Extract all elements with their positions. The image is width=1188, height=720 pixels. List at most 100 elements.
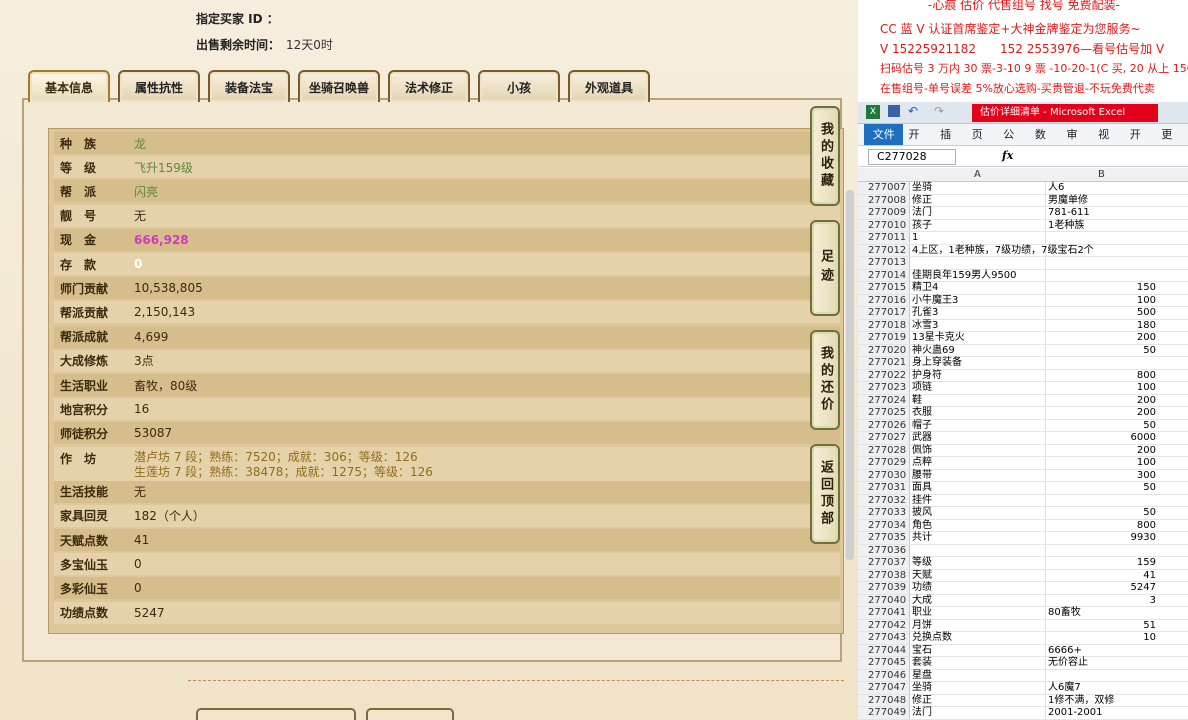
cell-a[interactable]: 孩子 [910, 219, 1046, 231]
sheet-row[interactable]: 277047 坐骑 人6魔7 [858, 682, 1188, 695]
cell-a[interactable]: 身上穿装备 [910, 357, 1046, 369]
cell-a[interactable]: 精卫4 [910, 282, 1046, 294]
cell-b[interactable]: 100 [1046, 382, 1158, 394]
sheet-row[interactable]: 277045 套装 无价容止 [858, 657, 1188, 670]
cell-a[interactable]: 护身符 [910, 369, 1046, 381]
cell-a[interactable]: 神火蛊69 [910, 344, 1046, 356]
cell-a[interactable]: 功绩 [910, 582, 1046, 594]
cell-a[interactable]: 佳期良年159男人9500 [910, 269, 1046, 281]
sheet-row[interactable]: 277042 月饼 51 [858, 619, 1188, 632]
cell-a[interactable]: 面具 [910, 482, 1046, 494]
cell-b[interactable]: 51 [1046, 620, 1158, 632]
sheet-row[interactable]: 277022 护身符 800 [858, 369, 1188, 382]
save-icon[interactable] [888, 105, 900, 117]
sheet-row[interactable]: 277010 孩子 1老种族 [858, 219, 1188, 232]
cell-b[interactable]: 41 [1046, 570, 1158, 582]
cell-b[interactable] [1046, 257, 1158, 269]
cell-b[interactable]: 5247 [1046, 582, 1158, 594]
cell-a[interactable]: 法门 [910, 707, 1046, 719]
cell-b[interactable]: 800 [1046, 520, 1158, 532]
cell-b[interactable]: 781-611 [1046, 207, 1158, 219]
tab-4[interactable]: 法术修正 [388, 70, 470, 102]
cell-b[interactable]: 10 [1046, 632, 1158, 644]
cell-b[interactable]: 100 [1046, 295, 1158, 307]
cell-a[interactable]: 修正 [910, 194, 1046, 206]
sheet-row[interactable]: 277007 坐骑 人6 [858, 182, 1188, 195]
sheet-row[interactable]: 277008 修正 男魔单修 [858, 194, 1188, 207]
redo-icon[interactable]: ↷ [934, 104, 944, 118]
cell-b[interactable]: 200 [1046, 407, 1158, 419]
cell-a[interactable]: 披风 [910, 507, 1046, 519]
sheet-row[interactable]: 277037 等级 159 [858, 557, 1188, 570]
sheet-row[interactable]: 277039 功绩 5247 [858, 582, 1188, 595]
cell-b[interactable]: 150 [1046, 282, 1158, 294]
sheet-row[interactable]: 277034 角色 800 [858, 519, 1188, 532]
cell-b[interactable]: 500 [1046, 307, 1158, 319]
sheet-row[interactable]: 277044 宝石 6666+ [858, 644, 1188, 657]
undo-icon[interactable]: ↶ [908, 104, 918, 118]
cell-b[interactable] [1046, 495, 1158, 507]
sheet-row[interactable]: 277026 帽子 50 [858, 419, 1188, 432]
cell-b[interactable]: 6000 [1046, 432, 1158, 444]
tab-6[interactable]: 外观道具 [568, 70, 650, 102]
cell-b[interactable] [1046, 270, 1158, 282]
cell-b[interactable]: 9930 [1046, 532, 1158, 544]
sheet-row[interactable]: 277040 大成 3 [858, 594, 1188, 607]
sheet-row[interactable]: 277015 精卫4 150 [858, 282, 1188, 295]
cell-a[interactable] [910, 544, 1046, 556]
sheet-row[interactable]: 277021 身上穿装备 [858, 357, 1188, 370]
column-b-header[interactable]: B [1098, 169, 1105, 180]
ribbon-tab-1[interactable]: 开始 [903, 124, 935, 163]
footprint-button[interactable]: 足迹 [810, 220, 840, 316]
cell-b[interactable] [1046, 670, 1158, 682]
cell-a[interactable]: 修正 [910, 694, 1046, 706]
ribbon-tab-9[interactable]: 更多 [1156, 124, 1188, 163]
cell-b[interactable]: 人6魔7 [1046, 682, 1158, 694]
cell-a[interactable]: 1 [910, 232, 1046, 244]
cell-a[interactable]: 点粹 [910, 457, 1046, 469]
cell-a[interactable]: 13星卡克火 [910, 332, 1046, 344]
cell-b[interactable]: 80畜牧 [1046, 607, 1158, 619]
scrollbar[interactable] [846, 190, 854, 560]
cell-b[interactable]: 50 [1046, 482, 1158, 494]
ribbon-tab-2[interactable]: 插入 [935, 124, 967, 163]
cell-b[interactable]: 50 [1046, 345, 1158, 357]
sheet-row[interactable]: 277011 1 [858, 232, 1188, 245]
name-box[interactable]: C277028 [868, 149, 956, 165]
sheet-row[interactable]: 277049 法门 2001-2001 [858, 707, 1188, 720]
cell-a[interactable]: 大成 [910, 594, 1046, 606]
cell-b[interactable]: 1修不满，双修 [1046, 695, 1158, 707]
sheet-row[interactable]: 277017 孔雀3 500 [858, 307, 1188, 320]
my-counteroffer-button[interactable]: 我的还价 [810, 330, 840, 430]
sheet-row[interactable]: 277016 小牛魔王3 100 [858, 294, 1188, 307]
sheet-row[interactable]: 277024 鞋 200 [858, 394, 1188, 407]
cell-a[interactable]: 天赋 [910, 569, 1046, 581]
sheet-row[interactable]: 277048 修正 1修不满，双修 [858, 694, 1188, 707]
my-favorites-button[interactable]: 我的收藏 [810, 106, 840, 206]
ribbon-tab-4[interactable]: 公式 [998, 124, 1030, 163]
sheet-row[interactable]: 277020 神火蛊69 50 [858, 344, 1188, 357]
cell-a[interactable]: 月饼 [910, 619, 1046, 631]
ribbon-tab-0[interactable]: 文件 [864, 124, 904, 145]
cell-a[interactable] [910, 257, 1046, 269]
cell-a[interactable]: 腰带 [910, 469, 1046, 481]
sheet-row[interactable]: 277036 [858, 544, 1188, 557]
cell-a[interactable]: 挂件 [910, 494, 1046, 506]
cell-a[interactable]: 角色 [910, 519, 1046, 531]
cell-a[interactable]: 职业 [910, 607, 1046, 619]
ribbon-tab-5[interactable]: 数据 [1030, 124, 1062, 163]
bottom-button-1[interactable] [196, 708, 356, 720]
sheet-row[interactable]: 277030 腰带 300 [858, 469, 1188, 482]
tab-0[interactable]: 基本信息 [28, 70, 110, 102]
cell-a[interactable]: 小牛魔王3 [910, 294, 1046, 306]
cell-b[interactable]: 6666+ [1046, 645, 1158, 657]
sheet-row[interactable]: 277046 星盘 [858, 669, 1188, 682]
column-a-header[interactable]: A [974, 169, 981, 180]
sheet-row[interactable]: 277035 共计 9930 [858, 532, 1188, 545]
cell-b[interactable]: 100 [1046, 457, 1158, 469]
cell-a[interactable]: 帽子 [910, 419, 1046, 431]
tab-3[interactable]: 坐骑召唤兽 [298, 70, 380, 102]
tab-5[interactable]: 小孩 [478, 70, 560, 102]
cell-a[interactable]: 宝石 [910, 644, 1046, 656]
sheet-row[interactable]: 277041 职业 80畜牧 [858, 607, 1188, 620]
